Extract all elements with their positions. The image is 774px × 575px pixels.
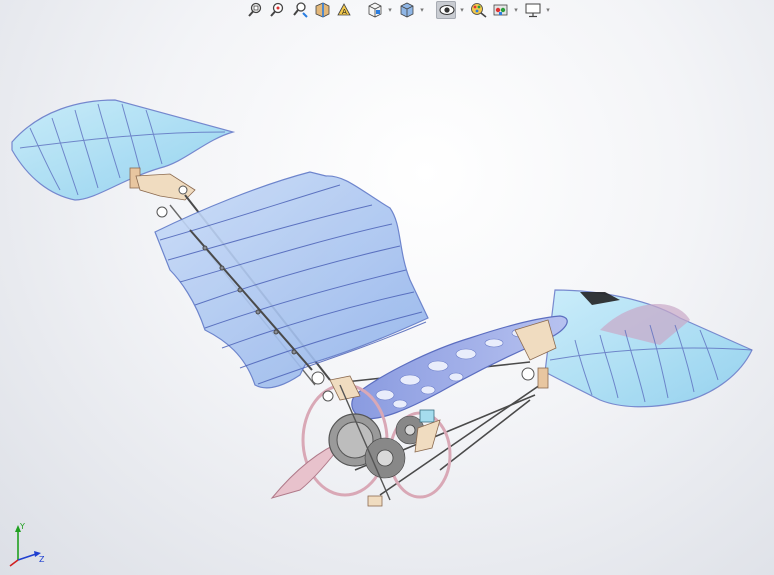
previous-view-button[interactable] [290,1,310,19]
display-style-icon [400,2,414,18]
apply-scene-button[interactable] [490,1,510,19]
zoom-to-fit-button[interactable] [246,1,266,19]
hide-show-items-icon [439,4,455,16]
hide-show-items-button[interactable] [436,1,456,19]
view-orientation-button[interactable] [364,1,384,19]
view-orientation-icon [368,2,382,18]
view-settings-dropdown-arrow[interactable]: ▾ [544,1,552,19]
apply-scene-dropdown-arrow[interactable]: ▾ [512,1,520,19]
heads-up-view-toolbar: A ▾ ▾ ▾ ▾ ▾ [246,0,552,20]
triad-y-label: Y [19,522,25,531]
dynamic-annotation-button[interactable]: A [334,1,354,19]
display-style-dropdown-arrow[interactable]: ▾ [418,1,426,19]
display-style-button[interactable] [396,1,416,19]
triad-z-axis [17,553,37,561]
3d-viewport[interactable] [0,0,774,575]
previous-view-icon [293,2,308,18]
dynamic-annotation-icon: A [337,3,351,16]
section-view-button[interactable] [312,1,332,19]
view-settings-button[interactable] [522,1,542,19]
triad-z-label: Z [39,555,45,564]
zoom-to-fit-icon [248,2,262,17]
linkage-joints [311,371,334,402]
zoom-to-area-icon [270,2,284,17]
apply-scene-icon [493,4,508,16]
left-main-wing [154,171,429,389]
svg-text:A: A [342,8,347,16]
reference-triad: Y Z [9,522,45,567]
view-orientation-dropdown-arrow[interactable]: ▾ [386,1,394,19]
triad-x-axis [9,559,19,567]
hide-show-items-dropdown-arrow[interactable]: ▾ [458,1,466,19]
section-view-icon [315,2,330,18]
edit-appearance-icon [471,3,487,18]
zoom-to-area-button[interactable] [268,1,288,19]
edit-appearance-button[interactable] [468,1,488,19]
right-wing-tip [537,289,753,408]
view-settings-icon [525,3,541,18]
left-wing-tip [11,99,236,201]
